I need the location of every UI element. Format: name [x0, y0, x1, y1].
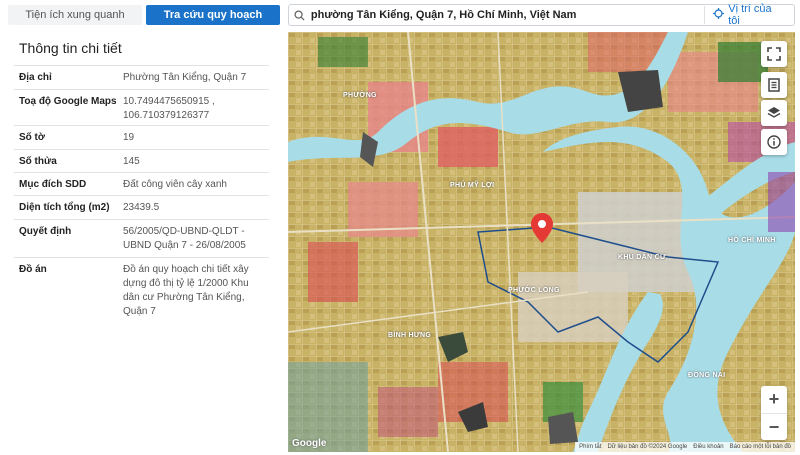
tab-planning-lookup[interactable]: Tra cứu quy hoạch	[146, 5, 280, 25]
row-value: 56/2005/QD-UBND-QLDT - UBND Quận 7 - 26/…	[123, 226, 246, 251]
row-key: Đồ án	[19, 264, 47, 275]
row-value: 19	[123, 132, 135, 143]
my-location-button[interactable]: Vị trí của tôi	[704, 3, 786, 27]
row-key: Quyết định	[19, 226, 72, 237]
table-row: Mục đích SDD Đất công viên cây xanh	[14, 172, 269, 195]
table-row: Toạ độ Google Maps 10.7494475650915 , 10…	[14, 89, 269, 125]
zoom-control: + −	[761, 386, 787, 440]
info-button[interactable]	[761, 129, 787, 155]
search-icon	[289, 5, 311, 25]
planning-map[interactable]: PHÚ MỸ LỢI PHƯỜNG HỒ CHÍ MINH KHU DÂN CƯ…	[288, 32, 795, 452]
row-value: Phường Tân Kiểng, Quận 7	[123, 72, 247, 83]
row-key: Diện tích tổng (m2)	[19, 202, 110, 213]
zoom-out-button[interactable]: −	[761, 413, 787, 440]
row-key: Toạ độ Google Maps	[19, 96, 117, 107]
map-label: PHƯỜNG	[343, 92, 377, 99]
shortcuts-link[interactable]: Phím tắt	[579, 442, 601, 452]
location-pin-icon[interactable]	[531, 213, 553, 248]
report-error-link[interactable]: Báo cáo một lỗi bản đồ	[730, 442, 791, 452]
map-data-text: Dữ liệu bản đồ ©2024 Google	[607, 444, 688, 450]
layers-icon	[767, 107, 781, 118]
map-attribution: Phím tắt Dữ liệu bản đồ ©2024 Google Điề…	[575, 442, 795, 452]
map-label: BÌNH HƯNG	[388, 332, 432, 339]
search-bar: Vị trí của tôi	[288, 3, 795, 27]
tab-nearby-amenities[interactable]: Tiện ích xung quanh	[8, 5, 142, 25]
panel-title: Thông tin chi tiết	[19, 40, 122, 56]
layers-button[interactable]	[761, 100, 787, 126]
info-icon	[767, 135, 781, 149]
google-logo: Google	[292, 438, 327, 449]
table-row: Diện tích tổng (m2) 23439.5	[14, 195, 269, 219]
map-label: PHƯỚC LONG	[508, 287, 560, 294]
fullscreen-button[interactable]	[761, 41, 787, 67]
row-value: 10.7494475650915 , 106.710379126377	[123, 96, 215, 121]
zoom-in-button[interactable]: +	[761, 386, 787, 413]
map-label: PHÚ MỸ LỢI	[450, 182, 495, 189]
crosshair-icon	[713, 8, 725, 22]
row-key: Địa chỉ	[19, 72, 52, 83]
map-label: KHU DÂN CƯ	[618, 254, 667, 261]
row-key: Số tờ	[19, 132, 45, 143]
row-value: 23439.5	[123, 202, 160, 213]
table-row: Đồ án Đồ án quy hoạch chi tiết xây dựng …	[14, 257, 269, 317]
table-row: Số tờ 19	[14, 125, 269, 149]
tab-bar: Tiện ích xung quanh Tra cứu quy hoạch	[8, 5, 280, 25]
table-row: Số thửa 145	[14, 149, 269, 172]
table-row: Địa chỉ Phường Tân Kiểng, Quận 7	[14, 65, 269, 89]
search-input[interactable]	[310, 9, 705, 21]
row-value: Đồ án quy hoạch chi tiết xây dựng đô thị…	[123, 264, 249, 317]
detail-table: Địa chỉ Phường Tân Kiểng, Quận 7 Toạ độ …	[14, 65, 269, 317]
table-row: Quyết định 56/2005/QD-UBND-QLDT - UBND Q…	[14, 219, 269, 257]
map-label: ĐÔNG NAI	[688, 372, 726, 379]
row-value: Đất công viên cây xanh	[123, 179, 227, 190]
map-label: HỒ CHÍ MINH	[728, 237, 776, 244]
info-panel: Tiện ích xung quanh Tra cứu quy hoạch Th…	[0, 0, 284, 455]
fullscreen-icon	[767, 47, 781, 61]
terms-link[interactable]: Điều khoản	[693, 442, 723, 452]
my-location-label: Vị trí của tôi	[728, 3, 772, 27]
legend-icon	[768, 78, 780, 92]
row-value: 145	[123, 156, 140, 167]
legend-button[interactable]	[761, 72, 787, 98]
row-key: Mục đích SDD	[19, 179, 87, 190]
row-key: Số thửa	[19, 156, 57, 167]
